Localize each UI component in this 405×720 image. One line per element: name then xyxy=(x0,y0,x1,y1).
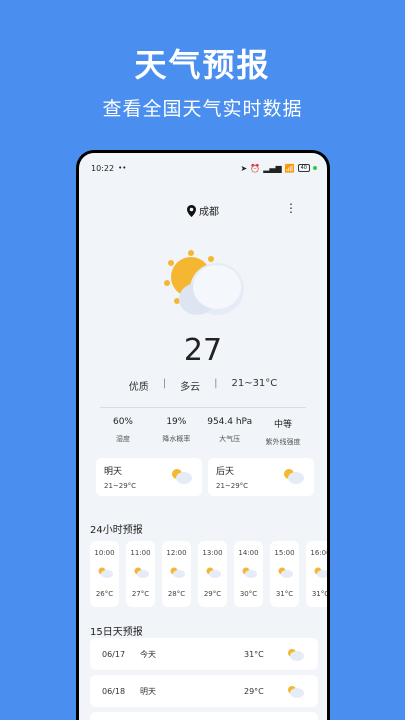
hour-time: 15:00 xyxy=(274,549,295,557)
partly-cloudy-icon xyxy=(278,567,293,578)
stat-uv: 中等 紫外线强度 xyxy=(257,417,309,447)
stat-value: 60% xyxy=(112,417,133,427)
hour-time: 14:00 xyxy=(238,549,259,557)
daily-title: 15日天预报 xyxy=(90,627,143,638)
stat-label: 湿度 xyxy=(116,435,130,443)
city-name: 成都 xyxy=(199,207,219,218)
day-card-after-tomorrow[interactable]: 后天 21~29°C xyxy=(208,458,314,496)
hourly-item[interactable]: 10:00 26°C xyxy=(90,541,119,607)
daily-date: 06/17 xyxy=(102,649,126,659)
day-cards: 明天 21~29°C 后天 21~29°C xyxy=(96,458,314,496)
daily-forecast: 06/17 今天 31°C 06/18 明天 29°C xyxy=(90,638,318,720)
partly-cloudy-icon xyxy=(242,567,257,578)
app-screen: 10:22 •• ➤ ⏰ ▂▄▆ 📶 40 成都 ⋮ 27 优质 | 多云 | … xyxy=(79,153,327,720)
hour-temp: 27°C xyxy=(131,590,150,598)
hour-time: 13:00 xyxy=(202,549,223,557)
stat-label: 大气压 xyxy=(219,435,241,443)
partly-cloudy-icon xyxy=(284,469,304,484)
hour-time: 11:00 xyxy=(130,549,151,557)
hour-temp: 31°C xyxy=(275,590,294,598)
stat-value: 中等 xyxy=(273,420,292,430)
hour-time: 16:00 xyxy=(310,549,327,557)
hourly-item[interactable]: 12:00 28°C xyxy=(162,541,191,607)
weather-condition: 多云 xyxy=(180,382,201,393)
status-dots: •• xyxy=(118,164,127,172)
stat-label: 紫外线强度 xyxy=(265,438,301,446)
status-bar: 10:22 •• ➤ ⏰ ▂▄▆ 📶 40 xyxy=(91,161,317,175)
hour-temp: 29°C xyxy=(203,590,222,598)
wifi-icon: 📶 xyxy=(284,163,295,173)
daily-day: 今天 xyxy=(140,649,156,659)
partly-cloudy-icon xyxy=(134,567,149,578)
air-quality: 优质 xyxy=(128,382,149,393)
hourly-item[interactable]: 13:00 29°C xyxy=(198,541,227,607)
partly-cloudy-icon xyxy=(288,649,304,661)
battery-icon: 40 xyxy=(297,164,310,172)
navigation-icon: ➤ xyxy=(240,163,248,173)
hour-temp: 31°C xyxy=(311,590,327,598)
hour-time: 12:00 xyxy=(166,549,187,557)
stat-label: 降水概率 xyxy=(162,435,191,443)
partly-cloudy-icon xyxy=(288,686,304,698)
phone-frame: 10:22 •• ➤ ⏰ ▂▄▆ 📶 40 成都 ⋮ 27 优质 | 多云 | … xyxy=(76,150,330,720)
hour-temp: 28°C xyxy=(167,590,186,598)
hourly-item[interactable]: 16:00 31°C xyxy=(306,541,327,607)
partly-cloudy-icon xyxy=(170,567,185,578)
hourly-item[interactable]: 15:00 31°C xyxy=(270,541,299,607)
temperature-range: 21~31°C xyxy=(231,378,278,389)
partly-cloudy-icon xyxy=(164,250,244,315)
daily-temp: 29°C xyxy=(244,686,264,696)
partly-cloudy-icon xyxy=(206,567,221,578)
hero-subtitle: 查看全国天气实时数据 xyxy=(102,98,303,120)
current-summary: 优质 | 多云 | 21~31°C xyxy=(79,378,327,393)
stat-precipitation: 19% 降水概率 xyxy=(150,417,202,447)
hourly-title: 24小时预报 xyxy=(90,525,143,536)
hour-time: 10:00 xyxy=(94,549,115,557)
location-pin-icon xyxy=(187,204,196,217)
partly-cloudy-icon xyxy=(314,567,327,578)
status-time: 10:22 xyxy=(91,163,115,173)
daily-row[interactable]: 06/18 明天 29°C xyxy=(90,675,318,707)
partly-cloudy-icon xyxy=(98,567,113,578)
hourly-item[interactable]: 11:00 27°C xyxy=(126,541,155,607)
stat-humidity: 60% 湿度 xyxy=(97,417,149,447)
hero-title: 天气预报 xyxy=(134,46,271,84)
daily-row-partial[interactable] xyxy=(90,712,318,720)
hourly-item[interactable]: 14:00 30°C xyxy=(234,541,263,607)
daily-temp: 31°C xyxy=(244,649,264,659)
more-vertical-icon[interactable]: ⋮ xyxy=(285,202,297,214)
day-card-tomorrow[interactable]: 明天 21~29°C xyxy=(96,458,202,496)
status-icons: ➤ ⏰ ▂▄▆ 📶 40 xyxy=(241,164,317,173)
stat-value: 19% xyxy=(166,417,187,427)
separator: | xyxy=(214,378,218,389)
daily-row[interactable]: 06/17 今天 31°C xyxy=(90,638,318,670)
partly-cloudy-icon xyxy=(172,469,192,484)
stat-value: 954.4 hPa xyxy=(207,417,253,427)
weather-stats: 60% 湿度 19% 降水概率 954.4 hPa 大气压 中等 紫外线强度 xyxy=(97,417,309,447)
alarm-icon: ⏰ xyxy=(250,163,261,173)
daily-date: 06/18 xyxy=(102,686,126,696)
signal-icon: ▂▄▆ xyxy=(263,163,282,173)
privacy-dot-icon xyxy=(313,166,317,170)
divider xyxy=(100,407,306,408)
separator: | xyxy=(162,378,167,389)
daily-day: 明天 xyxy=(140,686,156,696)
stat-pressure: 954.4 hPa 大气压 xyxy=(204,417,256,447)
hourly-forecast[interactable]: 10:00 26°C 11:00 27°C 12:00 28°C 13:00 29°C … xyxy=(90,541,327,607)
hour-temp: 26°C xyxy=(95,590,114,598)
current-temperature: 27 xyxy=(183,333,223,368)
hour-temp: 30°C xyxy=(239,590,258,598)
